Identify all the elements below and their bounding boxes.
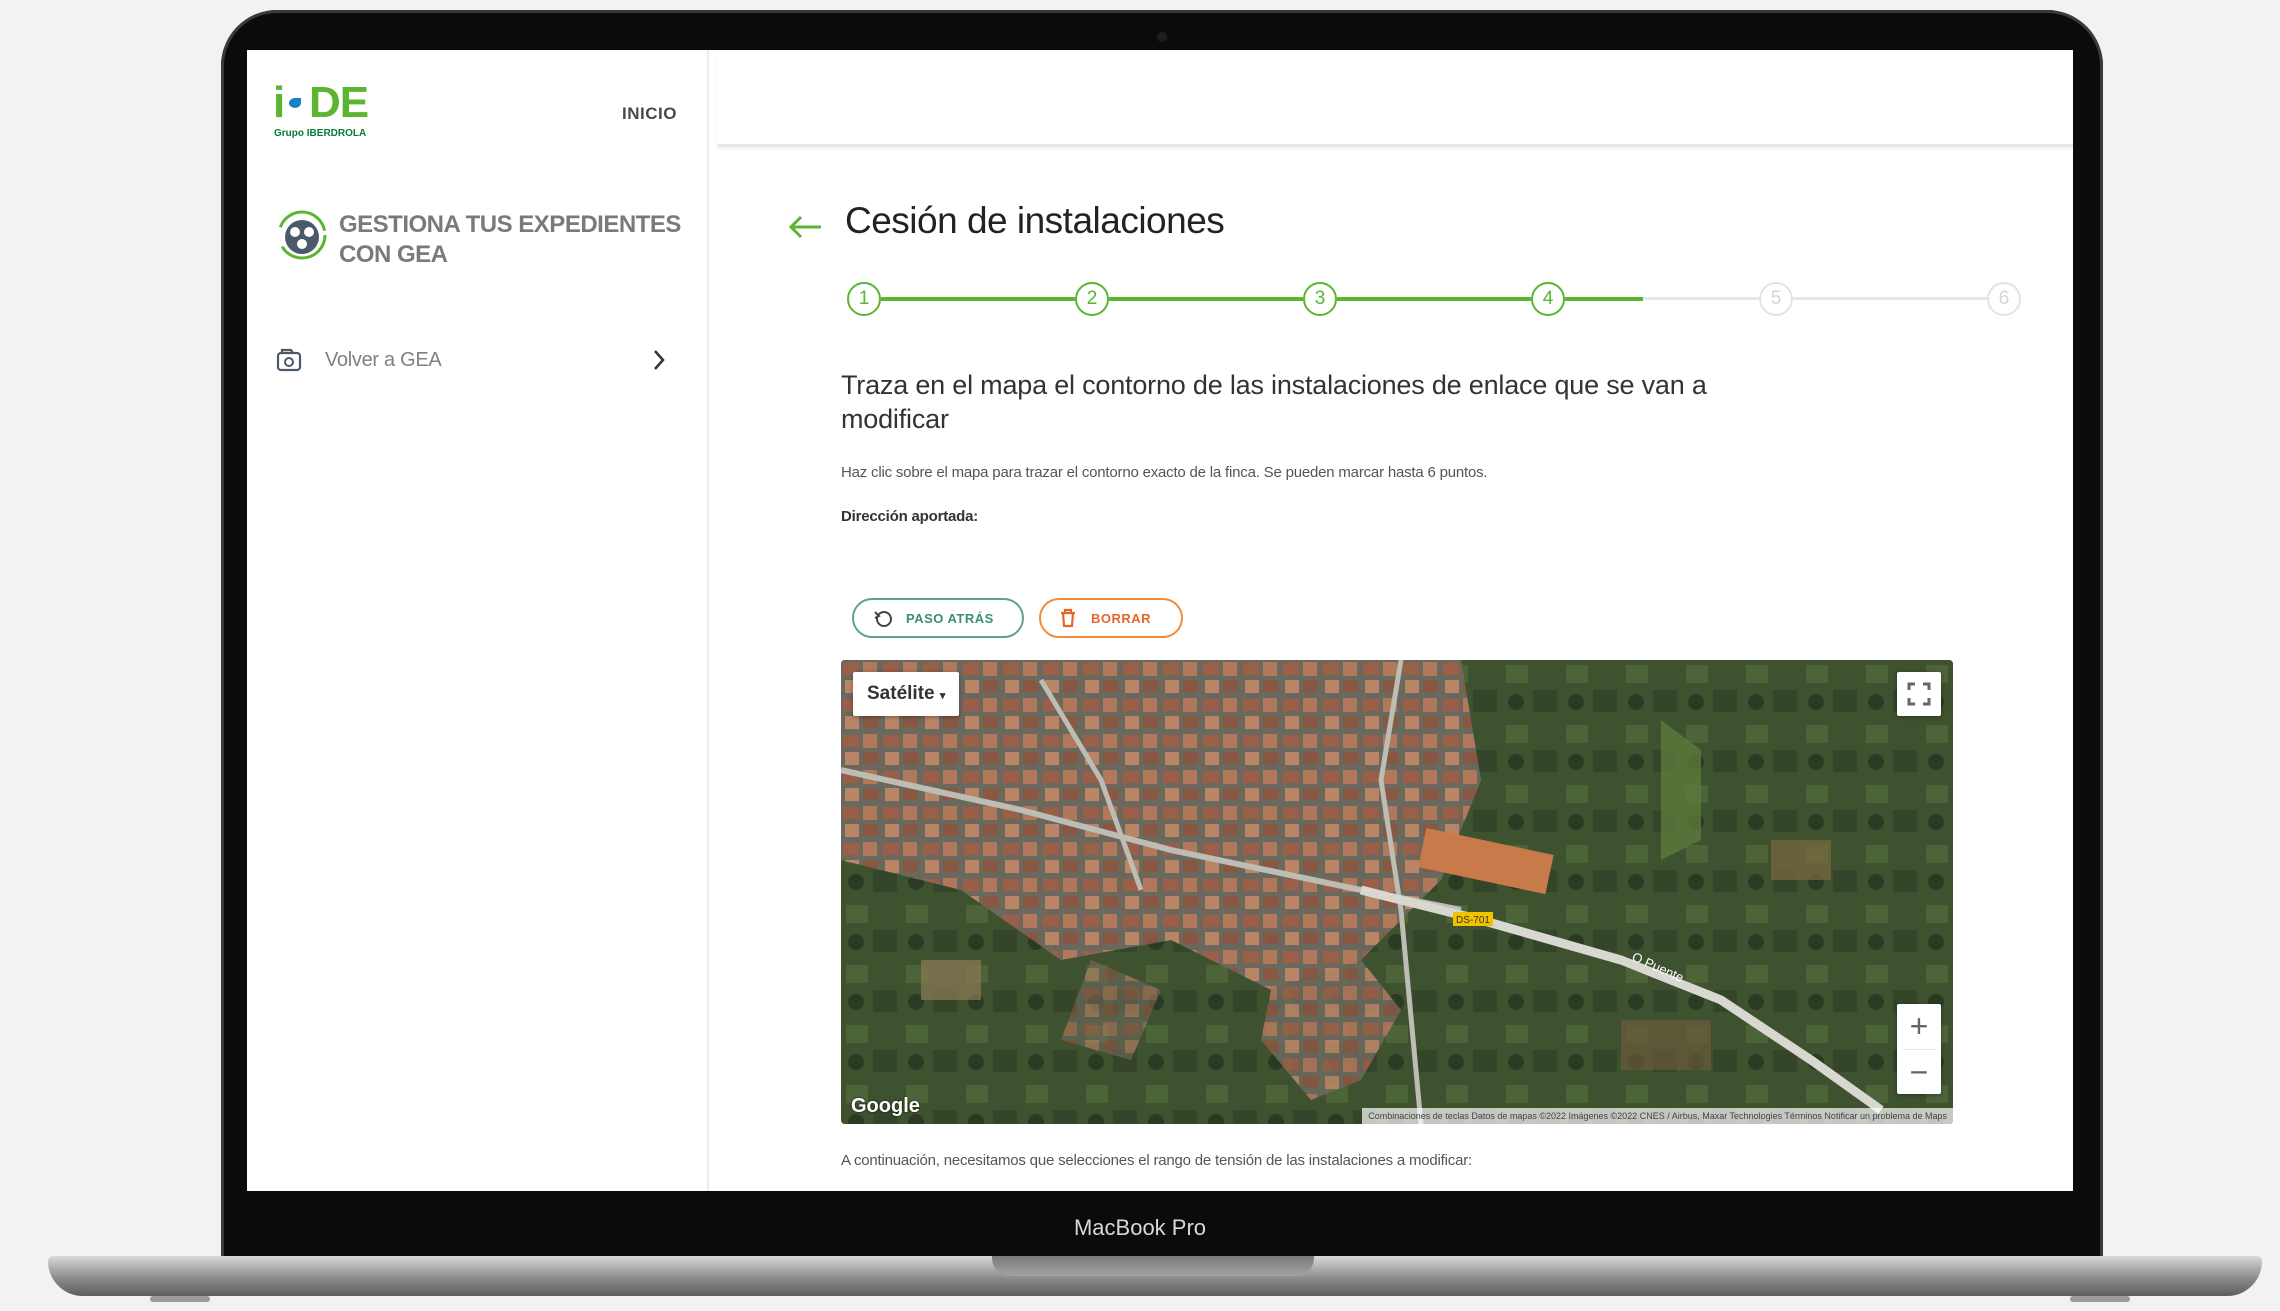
step-4: 4 — [1531, 282, 1565, 316]
device-label: MacBook Pro — [1073, 1215, 1207, 1240]
folder-return-icon — [276, 348, 302, 372]
google-logo[interactable]: Google — [851, 1095, 920, 1118]
ide-logo[interactable]: i DE Grupo IBERDROLA — [273, 78, 373, 139]
zoom-controls: + − — [1897, 1004, 1941, 1094]
fullscreen-icon — [1907, 682, 1931, 706]
nav-inicio-link[interactable]: INICIO — [622, 104, 677, 124]
app-screen: i DE Grupo IBERDROLA INICIO GESTIONA TUS… — [247, 50, 2073, 1191]
step-3: 3 — [1303, 282, 1337, 316]
step-1: 1 — [847, 282, 881, 316]
logo-dot-icon — [289, 98, 301, 108]
logo-subtitle: Grupo IBERDROLA — [274, 128, 367, 139]
step-5: 5 — [1759, 282, 1793, 316]
map-type-select[interactable]: Satélite ▾ — [853, 672, 960, 716]
sidebar-title: GESTIONA TUS EXPEDIENTES CON GEA — [339, 211, 681, 268]
sidebar: i DE Grupo IBERDROLA INICIO GESTIONA TUS… — [247, 50, 709, 1191]
road-label: DS-701 — [1456, 915, 1490, 926]
back-arrow-icon[interactable] — [787, 214, 823, 240]
laptop-foot — [2070, 1296, 2130, 1302]
page-title: Cesión de instalaciones — [845, 200, 1225, 241]
zoom-out-button[interactable]: − — [1897, 1050, 1941, 1095]
section-heading: Traza en el mapa el contorno de las inst… — [841, 370, 1707, 434]
laptop-notch — [992, 1256, 1314, 1276]
delete-label: BORRAR — [1091, 610, 1152, 626]
satellite-map[interactable]: DS-701 O Puente Satélite ▾ + − Google Co… — [841, 660, 1953, 1124]
delete-button[interactable]: BORRAR — [1039, 598, 1183, 638]
instruction-text: Haz clic sobre el mapa para trazar el co… — [841, 464, 1488, 481]
address-label: Dirección aportada: — [841, 508, 979, 525]
caret-down-icon: ▾ — [939, 690, 946, 702]
step-connector — [881, 297, 1075, 301]
map-attribution[interactable]: Combinaciones de teclas Datos de mapas ©… — [1362, 1108, 1953, 1124]
trash-icon — [1061, 608, 1075, 628]
step-back-label: PASO ATRÁS — [906, 610, 994, 626]
voltage-range-prompt: A continuación, necesitamos que seleccio… — [841, 1152, 1472, 1169]
zoom-in-button[interactable]: + — [1897, 1004, 1941, 1049]
progress-stepper: 1 2 3 4 5 6 — [847, 282, 2023, 322]
gea-logo-icon — [277, 210, 327, 260]
back-to-gea-label: Volver a GEA — [325, 348, 442, 371]
camera-icon — [1157, 32, 1167, 42]
map-imagery[interactable]: DS-701 O Puente — [841, 660, 1953, 1124]
logo-letter: i — [273, 78, 285, 127]
step-connector — [1337, 297, 1531, 301]
map-type-label: Satélite — [867, 683, 935, 704]
top-bar — [717, 50, 2073, 147]
step-back-button[interactable]: PASO ATRÁS — [852, 598, 1024, 638]
step-connector-progress — [1565, 297, 1643, 301]
step-2: 2 — [1075, 282, 1109, 316]
chevron-right-icon — [654, 350, 665, 370]
step-connector — [1109, 297, 1303, 301]
back-to-gea-link[interactable]: Volver a GEA — [275, 340, 675, 380]
laptop-foot — [150, 1296, 210, 1302]
step-connector — [1793, 297, 1987, 300]
logo-letters: DE — [309, 78, 369, 127]
fullscreen-button[interactable] — [1897, 672, 1941, 716]
undo-icon — [874, 611, 892, 627]
step-6: 6 — [1987, 282, 2021, 316]
